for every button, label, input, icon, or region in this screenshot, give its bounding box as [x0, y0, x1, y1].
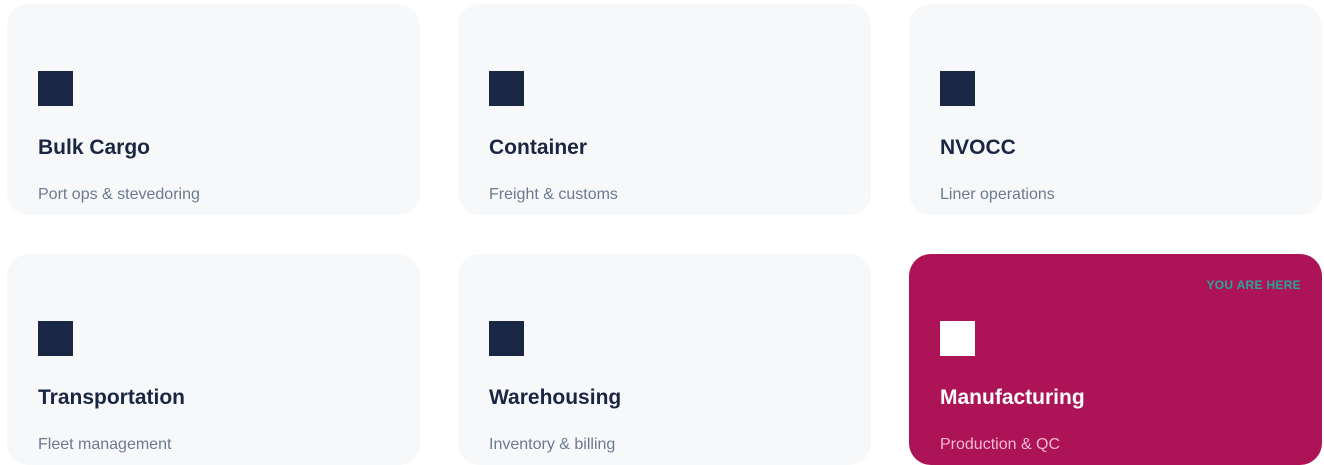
industry-card-manufacturing[interactable]: YOU ARE HERE Manufacturing Production & … — [909, 254, 1322, 465]
square-icon — [940, 71, 975, 106]
card-title: Transportation — [38, 386, 186, 409]
card-title: Container — [489, 136, 588, 159]
industry-card-transportation[interactable]: Transportation Fleet management — [7, 254, 420, 465]
you-are-here-badge: YOU ARE HERE — [1206, 278, 1301, 292]
card-subtitle: Fleet management — [38, 436, 172, 453]
square-icon — [940, 321, 975, 356]
industry-card-bulk-cargo[interactable]: Bulk Cargo Port ops & stevedoring — [7, 4, 420, 215]
square-icon — [38, 321, 73, 356]
square-icon — [489, 71, 524, 106]
industry-card-container[interactable]: Container Freight & customs — [458, 4, 871, 215]
card-subtitle: Production & QC — [940, 436, 1061, 453]
square-icon — [489, 321, 524, 356]
card-title: Bulk Cargo — [38, 136, 151, 159]
card-title: Manufacturing — [940, 386, 1085, 409]
industry-card-warehousing[interactable]: Warehousing Inventory & billing — [458, 254, 871, 465]
card-subtitle: Port ops & stevedoring — [38, 186, 200, 203]
square-icon — [38, 71, 73, 106]
industry-card-nvocc[interactable]: NVOCC Liner operations — [909, 4, 1322, 215]
card-title: Warehousing — [489, 386, 622, 409]
card-subtitle: Liner operations — [940, 186, 1055, 203]
card-subtitle: Freight & customs — [489, 186, 618, 203]
card-subtitle: Inventory & billing — [489, 436, 616, 453]
card-title: NVOCC — [940, 136, 1016, 159]
